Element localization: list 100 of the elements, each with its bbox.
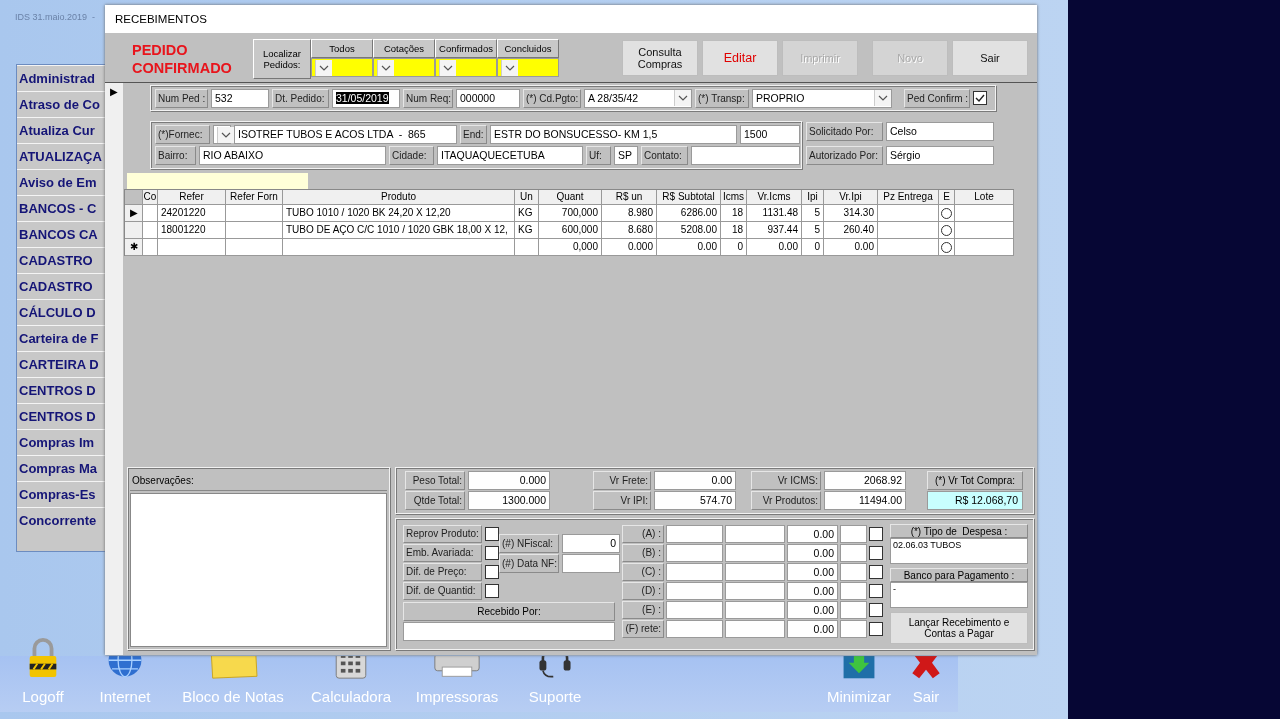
text-field[interactable]: 0.00 — [787, 581, 838, 600]
checkbox[interactable] — [485, 545, 499, 560]
text-field[interactable] — [840, 524, 867, 543]
text-field[interactable]: 0.000 — [468, 471, 550, 490]
field-label: Vr IPI: — [593, 491, 651, 510]
row-selector[interactable] — [125, 222, 143, 239]
filter-button[interactable]: Confirmados — [435, 39, 497, 58]
find-orders-button[interactable]: Localizar Pedidos: — [253, 39, 311, 79]
text-field[interactable]: ESTR DO BONSUCESSO- KM 1,5 — [490, 125, 737, 144]
text-field[interactable] — [725, 581, 785, 600]
chevron-icon — [439, 59, 456, 76]
text-field[interactable] — [666, 619, 723, 638]
checkbox[interactable] — [869, 583, 883, 598]
dropdown-field[interactable]: A 28/35/42 — [584, 88, 692, 108]
text-field[interactable]: 1300.000 — [468, 491, 550, 510]
total-field: R$ 12.068,70 — [927, 491, 1023, 510]
text-field[interactable] — [725, 619, 785, 638]
text-field[interactable] — [840, 619, 867, 638]
field-label: Cidade: — [389, 146, 434, 165]
text-field[interactable] — [725, 600, 785, 619]
column-header: Quant — [539, 190, 602, 205]
row-selector[interactable]: ✱ — [125, 239, 143, 256]
post-button[interactable]: Lançar Recebimento e Contas a Pagar — [890, 612, 1028, 644]
field-label: Num Ped : — [155, 88, 208, 108]
field-label: Bairro: — [155, 146, 196, 165]
field-label: Observações: — [130, 472, 387, 491]
text-field[interactable]: 11494.00 — [824, 491, 906, 510]
text-field[interactable]: 0.00 — [787, 524, 838, 543]
dropdown-field[interactable]: PROPRIO — [752, 88, 892, 108]
text-field[interactable] — [840, 581, 867, 600]
text-field[interactable] — [840, 543, 867, 562]
field-label: (#) Data NF: — [499, 554, 559, 573]
filter-button[interactable]: Cotações — [373, 39, 435, 58]
dropdown-field[interactable] — [373, 58, 435, 77]
record-selector[interactable]: ▶ — [105, 83, 123, 655]
table-cell: 1131.48 — [747, 205, 802, 222]
dropdown-field[interactable] — [213, 125, 231, 144]
text-field[interactable] — [666, 543, 723, 562]
field-label: Uf: — [586, 146, 611, 165]
row-selector[interactable]: ▶ — [125, 205, 143, 222]
text-field[interactable]: 02.06.03 TUBOS — [890, 538, 1028, 564]
text-field[interactable] — [666, 581, 723, 600]
text-field[interactable] — [666, 524, 723, 543]
text-field[interactable] — [666, 600, 723, 619]
dropdown-field[interactable] — [311, 58, 373, 77]
chevron-icon — [315, 59, 332, 76]
text-field[interactable]: 574.70 — [654, 491, 736, 510]
text-field[interactable]: SP — [614, 146, 638, 165]
table-cell: 18001220 — [158, 222, 226, 239]
text-field[interactable]: ITAQUAQUECETUBA — [437, 146, 583, 165]
checkbox[interactable] — [485, 583, 499, 598]
date-field[interactable]: 31/05/2019 — [332, 88, 400, 108]
field-label: (*) Cd.Pgto: — [523, 88, 581, 108]
filter-button[interactable]: Todos — [311, 39, 373, 58]
checkbox[interactable] — [869, 545, 883, 560]
checkbox[interactable] — [869, 621, 883, 636]
text-field[interactable] — [127, 173, 308, 189]
checkbox[interactable] — [973, 91, 987, 105]
text-field[interactable] — [562, 554, 620, 573]
checkbox[interactable] — [869, 564, 883, 579]
text-field[interactable] — [691, 146, 800, 165]
text-field[interactable] — [725, 524, 785, 543]
table-cell: TUBO DE AÇO C/C 1010 / 1020 GBK 18,00 X 12, — [283, 222, 515, 239]
text-field[interactable]: 000000 — [456, 88, 520, 108]
text-field[interactable] — [840, 562, 867, 581]
checkbox[interactable] — [485, 526, 499, 541]
checkbox[interactable] — [485, 564, 499, 579]
checkbox[interactable] — [869, 602, 883, 617]
action-button[interactable]: Sair — [952, 40, 1028, 76]
text-field[interactable]: 0.00 — [654, 471, 736, 490]
table-cell: 0.00 — [747, 239, 802, 256]
text-field[interactable]: RIO ABAIXO — [199, 146, 386, 165]
text-field[interactable]: Sérgio — [886, 146, 994, 165]
action-button[interactable]: Editar — [702, 40, 778, 76]
text-field[interactable] — [840, 600, 867, 619]
text-field[interactable]: 2068.92 — [824, 471, 906, 490]
text-field[interactable] — [725, 543, 785, 562]
text-field[interactable]: 0 — [562, 534, 620, 553]
text-field[interactable]: ISOTREF TUBOS E ACOS LTDA - 865 — [234, 125, 457, 144]
text-field[interactable]: Celso — [886, 122, 994, 141]
text-field[interactable]: 0.00 — [787, 600, 838, 619]
checkbox[interactable] — [869, 526, 883, 541]
text-field[interactable]: 0.00 — [787, 543, 838, 562]
action-button[interactable]: Consulta Compras — [622, 40, 698, 76]
text-field[interactable] — [666, 562, 723, 581]
chevron-icon — [674, 90, 691, 106]
dropdown-field[interactable] — [435, 58, 497, 77]
table-cell: 600,000 — [539, 222, 602, 239]
text-field[interactable]: 0.00 — [787, 562, 838, 581]
text-field[interactable] — [403, 622, 615, 641]
text-field[interactable]: 532 — [211, 88, 269, 108]
text-field[interactable] — [725, 562, 785, 581]
dropdown-field[interactable] — [497, 58, 559, 77]
text-field[interactable]: 1500 — [740, 125, 800, 144]
filter-button[interactable]: Concluidos — [497, 39, 559, 58]
text-field[interactable]: 0.00 — [787, 619, 838, 638]
notes-field[interactable] — [130, 493, 387, 647]
text-field[interactable]: - — [890, 582, 1028, 608]
field-label: Recebido Por: — [403, 602, 615, 621]
table-cell — [226, 205, 283, 222]
